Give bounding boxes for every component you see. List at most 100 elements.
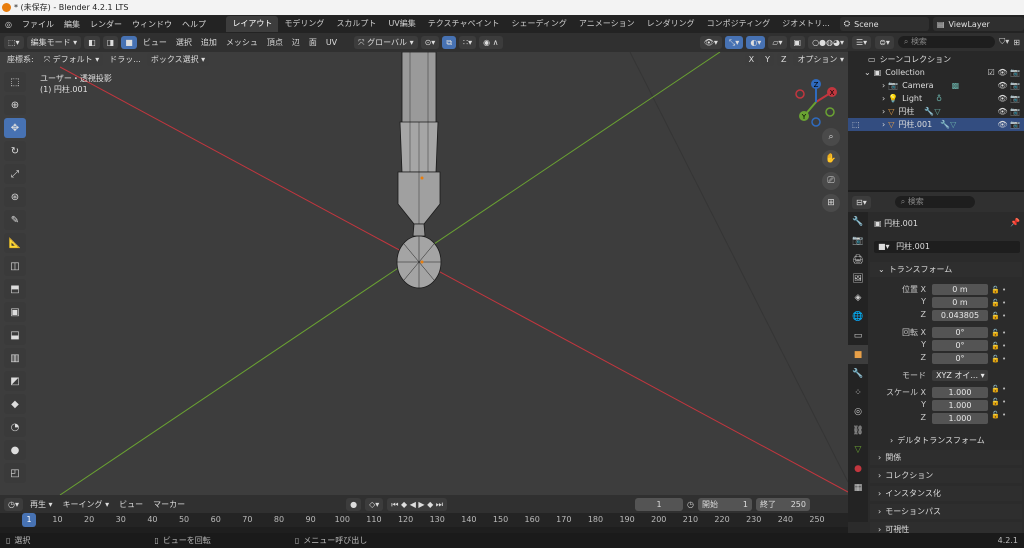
spin-tool-icon[interactable]: ◔ — [4, 417, 26, 437]
texture-tab-icon[interactable]: ▦ — [848, 478, 868, 497]
menu-edge[interactable]: 辺 — [289, 37, 303, 48]
playback-controls[interactable]: ⏮ ◆ ◀ ▶ ◆ ⏭ — [387, 497, 448, 511]
tool-tab-icon[interactable]: 🔧 — [848, 212, 868, 231]
select-box-tool-icon[interactable]: ⬚ — [4, 72, 26, 92]
object-name-field[interactable]: ■▾ 円柱.001 — [874, 241, 1020, 253]
orientation-selector[interactable]: ⤧ グローバル ▾ — [354, 36, 418, 49]
rotation-x-field[interactable]: 0° — [932, 327, 988, 338]
mirror-x-toggle[interactable]: X — [744, 53, 759, 66]
cursor-tool-icon[interactable]: ⊕ — [4, 95, 26, 115]
location-x-field[interactable]: 0 m — [932, 284, 988, 295]
world-tab-icon[interactable]: 🌐 — [848, 307, 868, 326]
menu-add[interactable]: 追加 — [198, 37, 220, 48]
loop-cut-tool-icon[interactable]: ▥ — [4, 348, 26, 368]
select-box-selector[interactable]: ボックス選択 ▾ — [146, 53, 210, 66]
tab-rendering[interactable]: レンダリング — [641, 16, 701, 32]
object-tab-icon[interactable]: ■ — [848, 345, 868, 364]
edge-slide-tool-icon[interactable]: ◰ — [4, 463, 26, 483]
timeline-ruler[interactable]: 10 20 30 40 50 60 70 80 90 100 110 120 130 140 150 160 1… — [0, 513, 848, 527]
pin-icon[interactable]: 📌 — [1010, 218, 1020, 227]
poly-build-tool-icon[interactable]: ◆ — [4, 394, 26, 414]
camera-visibility[interactable]: 👁 📷 — [997, 81, 1020, 90]
menu-uv[interactable]: UV — [323, 38, 340, 47]
timeline-editor-type[interactable]: ◷▾ — [4, 497, 23, 511]
camera-view-icon[interactable]: ⎚ — [822, 172, 840, 190]
rotate-tool-icon[interactable]: ↻ — [4, 141, 26, 161]
menu-face[interactable]: 面 — [306, 37, 320, 48]
tab-geometry[interactable]: ジオメトリ... — [776, 16, 836, 32]
collections-panel-header[interactable]: › コレクション — [870, 468, 1022, 483]
transform-lock-icons[interactable]: 🔓 • 🔓 • 🔓 • 🔓 • 🔓 • 🔓 • 🔓 • 🔓 • 🔓 • — [991, 284, 1015, 422]
select-mode-face[interactable]: ■ — [121, 36, 137, 49]
current-frame-indicator[interactable]: 1 — [22, 513, 36, 527]
inset-tool-icon[interactable]: ▣ — [4, 302, 26, 322]
outliner-item-camera[interactable]: › 📷 Camera ▩ 👁 📷 — [848, 79, 1024, 92]
tab-shading[interactable]: シェーディング — [505, 16, 572, 32]
tab-layout[interactable]: レイアウト — [226, 16, 279, 32]
chevron-right-icon[interactable]: › — [882, 107, 885, 116]
instancing-panel-header[interactable]: › インスタンス化 — [870, 486, 1022, 501]
collection-tab-icon[interactable]: ▭ — [848, 326, 868, 345]
delta-transform-header[interactable]: › デルタトランスフォーム — [882, 433, 1020, 448]
physics-tab-icon[interactable]: ◎ — [848, 402, 868, 421]
menu-vertex[interactable]: 頂点 — [264, 37, 286, 48]
gizmo-icon[interactable]: ⤡▾ — [724, 36, 744, 49]
menu-window[interactable]: ウィンドウ — [127, 19, 177, 30]
pan-hand-icon[interactable]: ✋ — [822, 150, 840, 168]
modifier-tab-icon[interactable]: 🔧 — [848, 364, 868, 383]
filter-icon[interactable]: ⛉▾ — [999, 37, 1009, 47]
outliner-collection[interactable]: ⌄ ▣ Collection ☑ 👁 📷 — [848, 66, 1024, 79]
chevron-right-icon[interactable]: › — [882, 120, 885, 129]
menu-help[interactable]: ヘルプ — [177, 19, 211, 30]
motion-paths-panel-header[interactable]: › モーションパス — [870, 504, 1022, 519]
tab-uv-editing[interactable]: UV編集 — [382, 16, 421, 32]
tab-animation[interactable]: アニメーション — [573, 16, 641, 32]
mode-selector[interactable]: 編集モード ▾ — [26, 36, 82, 49]
rotation-mode-dropdown[interactable]: XYZ オイ... ▾ — [932, 370, 988, 381]
edit-mode-icon[interactable]: ⬚ — [852, 120, 860, 129]
scale-z-field[interactable]: 1.000 — [932, 413, 988, 424]
outliner-item-cylinder-001[interactable]: ⬚ › ▽ 円柱.001 🔧▽ 👁 📷 — [848, 118, 1024, 131]
scene-tab-icon[interactable]: ◈ — [848, 288, 868, 307]
tab-compositing[interactable]: コンポジティング — [701, 16, 777, 32]
mesh-overlay-icon[interactable]: ▱▾ — [768, 36, 787, 49]
transform-panel-header[interactable]: ⌄ トランスフォーム — [870, 262, 1022, 277]
keying-menu[interactable]: キーイング ▾ — [60, 499, 113, 510]
pivot-icon[interactable]: ⊙▾ — [420, 36, 440, 49]
smooth-tool-icon[interactable]: ● — [4, 440, 26, 460]
outliner-display-mode[interactable]: ⊜▾ — [875, 35, 894, 49]
timeline-view-menu[interactable]: ビュー — [116, 499, 146, 510]
location-z-field[interactable]: 0.043805 — [932, 310, 988, 321]
transform-tool-icon[interactable]: ⊛ — [4, 187, 26, 207]
snap-settings-icon[interactable]: ∷▾ — [459, 36, 477, 49]
rotation-y-field[interactable]: 0° — [932, 340, 988, 351]
start-frame-field[interactable]: 開始 1 — [698, 497, 752, 511]
menu-edit[interactable]: 編集 — [59, 19, 85, 30]
mirror-z-toggle[interactable]: Z — [776, 53, 791, 66]
mirror-y-toggle[interactable]: Y — [761, 53, 774, 66]
end-frame-field[interactable]: 終了 250 — [756, 497, 810, 511]
new-collection-icon[interactable]: ⊞ — [1013, 38, 1020, 47]
chevron-right-icon[interactable]: › — [882, 94, 885, 103]
outliner-item-cylinder[interactable]: › ▽ 円柱 🔧▽ 👁 📷 — [848, 105, 1024, 118]
keyframe-type-icon[interactable]: ◇▾ — [365, 497, 384, 511]
relations-panel-header[interactable]: › 関係 — [870, 450, 1022, 465]
proportional-edit-icon[interactable]: ◉ ∧ — [479, 36, 503, 49]
output-tab-icon[interactable]: 🖨 — [848, 250, 868, 269]
knife-tool-icon[interactable]: ◩ — [4, 371, 26, 391]
options-dropdown[interactable]: オプション ▾ — [793, 53, 848, 66]
auto-keying-icon[interactable]: ● — [346, 497, 362, 511]
navigation-gizmo[interactable]: X Y Z — [790, 76, 842, 128]
visibility-icon[interactable]: 👁▾ — [699, 36, 722, 49]
menu-file[interactable]: ファイル — [17, 19, 59, 30]
outliner-scene-collection[interactable]: ▭ シーンコレクション — [848, 53, 1024, 66]
menu-select[interactable]: 選択 — [173, 37, 195, 48]
tab-sculpt[interactable]: スカルプト — [330, 16, 382, 32]
view-layer-selector[interactable]: ▤ ViewLayer — [932, 17, 1024, 31]
data-tab-icon[interactable]: ▽ — [848, 440, 868, 459]
playback-menu[interactable]: 再生 ▾ — [27, 499, 56, 510]
properties-search-input[interactable]: ⌕ 検索 — [894, 196, 975, 208]
scale-tool-icon[interactable]: ⤢ — [4, 164, 26, 184]
blender-menu-icon[interactable]: ◎ — [0, 20, 17, 29]
scale-y-field[interactable]: 1.000 — [932, 400, 988, 411]
